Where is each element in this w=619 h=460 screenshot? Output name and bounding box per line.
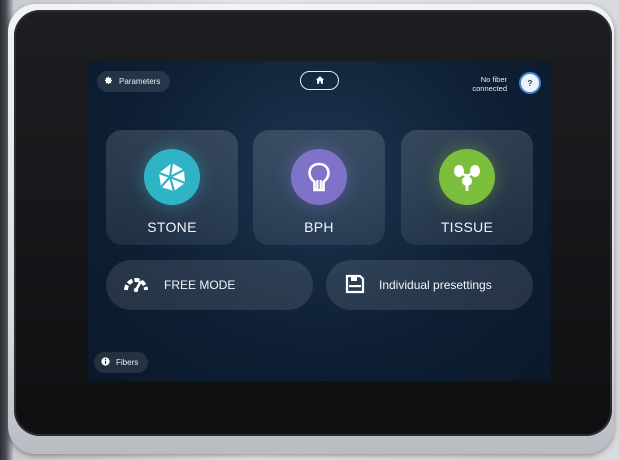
home-icon <box>315 72 325 90</box>
save-icon <box>345 274 365 297</box>
fibers-button[interactable]: Fibers <box>94 352 149 373</box>
touch-screen: Parameters No fiber connected ? STONE BP… <box>88 61 551 381</box>
home-button[interactable] <box>300 71 339 90</box>
stone-icon <box>144 149 200 205</box>
info-icon <box>101 357 110 368</box>
mode-tile-bph[interactable]: BPH <box>253 130 385 245</box>
presettings-label: Individual presettings <box>379 278 492 292</box>
individual-presettings-button[interactable]: Individual presettings <box>326 260 533 310</box>
mode-tile-stone[interactable]: STONE <box>106 130 238 245</box>
parameters-button[interactable]: Parameters <box>97 71 171 92</box>
fibers-label: Fibers <box>116 358 139 367</box>
speedometer-icon <box>123 275 149 296</box>
mode-tile-tissue[interactable]: TISSUE <box>401 130 533 245</box>
tissue-icon <box>439 149 495 205</box>
prostate-icon <box>291 149 347 205</box>
fiber-status: No fiber connected <box>472 75 507 93</box>
free-mode-button[interactable]: FREE MODE <box>106 260 313 310</box>
parameters-label: Parameters <box>119 77 161 86</box>
mode-label-bph: BPH <box>304 219 334 235</box>
gear-icon <box>104 76 113 87</box>
fiber-status-line1: No fiber <box>480 75 507 84</box>
help-button[interactable]: ? <box>519 72 541 94</box>
mode-label-stone: STONE <box>147 219 197 235</box>
fiber-status-line2: connected <box>472 84 507 93</box>
free-mode-label: FREE MODE <box>164 278 236 292</box>
mode-label-tissue: TISSUE <box>440 219 494 235</box>
